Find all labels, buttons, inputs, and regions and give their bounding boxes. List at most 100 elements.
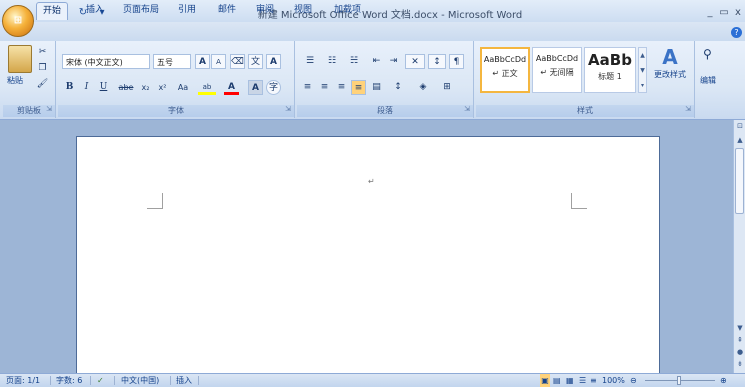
margin-corner-top-left xyxy=(147,193,163,209)
shading-icon[interactable]: ◈ xyxy=(413,80,433,95)
sort-icon[interactable]: ↕ xyxy=(428,54,446,69)
borders-icon[interactable]: ⊞ xyxy=(437,80,457,95)
font-group-label: 字体 ⇲ xyxy=(58,105,294,117)
tab-insert[interactable]: 插入 xyxy=(80,2,110,19)
style-sample: AaBbCcDd xyxy=(535,54,579,63)
character-shading-button[interactable]: A xyxy=(248,80,263,95)
status-separator xyxy=(114,376,115,385)
change-styles-button[interactable]: A 更改样式 xyxy=(650,45,690,93)
outline-view-icon[interactable]: ☰ xyxy=(579,374,586,387)
document-page[interactable] xyxy=(76,136,660,376)
tab-references[interactable]: 引用 xyxy=(172,2,202,19)
font-group: 宋体 (中文正文) 五号 A A ⌫ 文 A B I U abe x₂ x² A… xyxy=(58,41,295,118)
multilevel-list-icon[interactable]: ☵ xyxy=(344,54,364,69)
web-layout-icon[interactable]: ▦ xyxy=(566,374,574,387)
font-name-select[interactable]: 宋体 (中文正文) xyxy=(62,54,150,69)
ribbon: 粘贴 ✂ ❐ 🖌 剪贴板 ⇲ 宋体 (中文正文) 五号 A A ⌫ 文 A B I… xyxy=(0,41,745,120)
styles-gallery-scroll[interactable]: ▲ ▼ ▾ xyxy=(638,47,647,93)
change-case-button[interactable]: Aa xyxy=(174,80,192,95)
cut-icon[interactable]: ✂ xyxy=(35,45,50,60)
justify-icon[interactable]: ≡ xyxy=(351,80,366,95)
print-layout-view-icon[interactable]: ▣ xyxy=(540,374,550,387)
editing-label: 编辑 xyxy=(700,76,716,85)
style-name: ↵ 无间隔 xyxy=(540,68,574,77)
clipboard-group-label: 剪贴板 ⇲ xyxy=(3,105,55,117)
bold-button[interactable]: B xyxy=(62,80,77,95)
full-screen-reading-icon[interactable]: ▤ xyxy=(553,374,561,387)
tab-home[interactable]: 开始 xyxy=(36,2,69,20)
paste-label[interactable]: 粘贴 xyxy=(7,75,23,86)
tab-view[interactable]: 视图 xyxy=(288,2,318,19)
scroll-thumb[interactable] xyxy=(735,148,744,214)
tab-review[interactable]: 审阅 xyxy=(250,2,280,19)
align-left-icon[interactable]: ≡ xyxy=(300,80,315,95)
page-count[interactable]: 页面: 1/1 xyxy=(6,374,40,387)
zoom-out-icon[interactable]: ⊖ xyxy=(630,374,637,387)
character-border-button[interactable]: A xyxy=(266,54,281,69)
zoom-in-icon[interactable]: ⊕ xyxy=(720,374,727,387)
increase-indent-icon[interactable]: ⇥ xyxy=(386,54,401,69)
draft-view-icon[interactable]: ≡ xyxy=(590,374,597,387)
italic-button[interactable]: I xyxy=(79,80,94,95)
restore-button[interactable]: ▭ xyxy=(717,7,731,19)
highlight-button[interactable]: ab xyxy=(198,80,216,95)
help-icon[interactable]: ? xyxy=(731,27,742,38)
subscript-button[interactable]: x₂ xyxy=(138,80,153,95)
show-marks-icon[interactable]: ¶ xyxy=(449,54,464,69)
close-button[interactable]: x xyxy=(731,7,745,19)
style-name: ↵ 正文 xyxy=(492,69,518,78)
font-size-select[interactable]: 五号 xyxy=(153,54,191,69)
style-no-spacing[interactable]: AaBbCcDd ↵ 无间隔 xyxy=(532,47,582,93)
status-bar: 页面: 1/1 字数: 6 ✓ 中文(中国) 插入 ▣ ▤ ▦ ☰ ≡ 100%… xyxy=(0,373,745,387)
scroll-down-icon[interactable]: ▼ xyxy=(734,324,745,332)
format-painter-icon[interactable]: 🖌 xyxy=(35,77,50,92)
copy-icon[interactable]: ❐ xyxy=(35,61,50,76)
proofing-icon[interactable]: ✓ xyxy=(97,374,104,387)
zoom-level[interactable]: 100% xyxy=(602,374,625,387)
tab-page-layout[interactable]: 页面布局 xyxy=(117,2,165,19)
next-page-icon[interactable]: ⇟ xyxy=(734,360,745,368)
language-indicator[interactable]: 中文(中国) xyxy=(121,374,159,387)
style-name: 标题 1 xyxy=(598,72,622,81)
tab-addins[interactable]: 加载项 xyxy=(328,2,367,19)
ruler-toggle-icon[interactable]: ⊡ xyxy=(734,122,745,130)
office-button[interactable]: ⊞ xyxy=(2,5,34,37)
style-sample: AaBb xyxy=(588,51,632,69)
chinese-layout-icon[interactable]: ✕ xyxy=(405,54,425,69)
phonetic-guide-button[interactable]: 文 xyxy=(248,54,263,69)
dialog-launcher-icon[interactable]: ⇲ xyxy=(46,103,52,115)
minimize-button[interactable]: _ xyxy=(703,7,717,19)
style-heading-1[interactable]: AaBb 标题 1 xyxy=(584,47,636,93)
vertical-scrollbar[interactable]: ⊡ ▲ ▼ ⇞ ● ⇟ xyxy=(733,120,745,373)
superscript-button[interactable]: x² xyxy=(155,80,170,95)
tab-mailings[interactable]: 邮件 xyxy=(212,2,242,19)
strikethrough-button[interactable]: abe xyxy=(116,80,136,95)
dialog-launcher-icon[interactable]: ⇲ xyxy=(285,103,291,115)
numbering-icon[interactable]: ☷ xyxy=(322,54,342,69)
status-separator xyxy=(50,376,51,385)
font-color-button[interactable]: A xyxy=(224,80,239,95)
shrink-font-button[interactable]: A xyxy=(211,54,226,69)
editing-group[interactable]: ⚲ 编辑 xyxy=(697,41,725,118)
clear-formatting-button[interactable]: ⌫ xyxy=(230,54,245,69)
align-center-icon[interactable]: ≡ xyxy=(317,80,332,95)
distributed-icon[interactable]: ▤ xyxy=(369,80,384,95)
style-normal[interactable]: AaBbCcDd ↵ 正文 xyxy=(480,47,530,93)
word-count[interactable]: 字数: 6 xyxy=(56,374,82,387)
previous-page-icon[interactable]: ⇞ xyxy=(734,336,745,344)
zoom-slider-thumb[interactable] xyxy=(677,376,681,385)
grow-font-button[interactable]: A xyxy=(195,54,210,69)
dialog-launcher-icon[interactable]: ⇲ xyxy=(685,103,691,115)
paste-icon[interactable] xyxy=(8,45,32,73)
enclose-characters-button[interactable]: 字 xyxy=(266,80,281,95)
select-browse-object-icon[interactable]: ● xyxy=(734,348,745,356)
insert-mode-indicator[interactable]: 插入 xyxy=(176,374,192,387)
underline-button[interactable]: U xyxy=(96,80,111,95)
margin-corner-top-right xyxy=(571,193,587,209)
line-spacing-icon[interactable]: ↕ xyxy=(388,80,408,95)
align-right-icon[interactable]: ≡ xyxy=(334,80,349,95)
decrease-indent-icon[interactable]: ⇤ xyxy=(369,54,384,69)
bullets-icon[interactable]: ☰ xyxy=(300,54,320,69)
dialog-launcher-icon[interactable]: ⇲ xyxy=(464,103,470,115)
scroll-up-icon[interactable]: ▲ xyxy=(734,136,745,144)
